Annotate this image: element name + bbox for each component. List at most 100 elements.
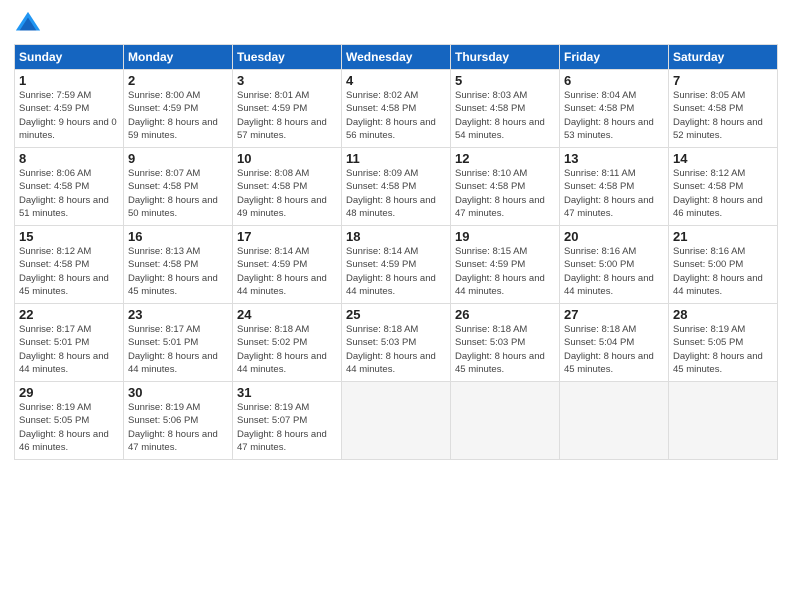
calendar-header-row: SundayMondayTuesdayWednesdayThursdayFrid… <box>15 45 778 70</box>
page-container: SundayMondayTuesdayWednesdayThursdayFrid… <box>0 0 792 612</box>
day-info: Sunrise: 8:09 AMSunset: 4:58 PMDaylight:… <box>346 168 436 219</box>
calendar-cell: 7 Sunrise: 8:05 AMSunset: 4:58 PMDaylight… <box>669 70 778 148</box>
day-number: 13 <box>564 151 664 166</box>
calendar-cell: 3 Sunrise: 8:01 AMSunset: 4:59 PMDaylight… <box>233 70 342 148</box>
day-number: 9 <box>128 151 228 166</box>
day-info: Sunrise: 8:02 AMSunset: 4:58 PMDaylight:… <box>346 90 436 141</box>
day-info: Sunrise: 8:18 AMSunset: 5:03 PMDaylight:… <box>455 324 545 375</box>
day-info: Sunrise: 8:15 AMSunset: 4:59 PMDaylight:… <box>455 246 545 297</box>
calendar-cell: 13 Sunrise: 8:11 AMSunset: 4:58 PMDayligh… <box>560 148 669 226</box>
day-info: Sunrise: 8:17 AMSunset: 5:01 PMDaylight:… <box>128 324 218 375</box>
day-number: 18 <box>346 229 446 244</box>
day-number: 16 <box>128 229 228 244</box>
day-number: 2 <box>128 73 228 88</box>
day-number: 8 <box>19 151 119 166</box>
day-info: Sunrise: 8:17 AMSunset: 5:01 PMDaylight:… <box>19 324 109 375</box>
header <box>14 10 778 38</box>
day-header-tuesday: Tuesday <box>233 45 342 70</box>
day-number: 20 <box>564 229 664 244</box>
day-number: 15 <box>19 229 119 244</box>
day-number: 11 <box>346 151 446 166</box>
calendar-cell: 18 Sunrise: 8:14 AMSunset: 4:59 PMDayligh… <box>342 226 451 304</box>
logo-icon <box>14 10 42 38</box>
day-number: 3 <box>237 73 337 88</box>
calendar-cell: 30Sunrise: 8:19 AMSunset: 5:06 PMDayligh… <box>124 382 233 460</box>
day-number: 6 <box>564 73 664 88</box>
day-info: Sunrise: 8:07 AMSunset: 4:58 PMDaylight:… <box>128 168 218 219</box>
day-info: Sunrise: 8:08 AMSunset: 4:58 PMDaylight:… <box>237 168 327 219</box>
calendar-cell: 5 Sunrise: 8:03 AMSunset: 4:58 PMDaylight… <box>451 70 560 148</box>
day-info: Sunrise: 8:01 AMSunset: 4:59 PMDaylight:… <box>237 90 327 141</box>
day-number: 25 <box>346 307 446 322</box>
calendar-cell: 10 Sunrise: 8:08 AMSunset: 4:58 PMDayligh… <box>233 148 342 226</box>
day-info: Sunrise: 8:10 AMSunset: 4:58 PMDaylight:… <box>455 168 545 219</box>
calendar-cell: 14Sunrise: 8:12 AMSunset: 4:58 PMDayligh… <box>669 148 778 226</box>
calendar-cell: 12 Sunrise: 8:10 AMSunset: 4:58 PMDayligh… <box>451 148 560 226</box>
day-info: Sunrise: 8:18 AMSunset: 5:03 PMDaylight:… <box>346 324 436 375</box>
calendar-cell: 17Sunrise: 8:14 AMSunset: 4:59 PMDayligh… <box>233 226 342 304</box>
day-info: Sunrise: 8:11 AMSunset: 4:58 PMDaylight:… <box>564 168 654 219</box>
day-number: 29 <box>19 385 119 400</box>
day-info: Sunrise: 8:16 AMSunset: 5:00 PMDaylight:… <box>673 246 763 297</box>
day-number: 1 <box>19 73 119 88</box>
calendar-cell: 25 Sunrise: 8:18 AMSunset: 5:03 PMDayligh… <box>342 304 451 382</box>
day-info: Sunrise: 8:19 AMSunset: 5:07 PMDaylight:… <box>237 402 327 453</box>
day-info: Sunrise: 8:06 AMSunset: 4:58 PMDaylight:… <box>19 168 109 219</box>
day-header-monday: Monday <box>124 45 233 70</box>
day-info: Sunrise: 8:16 AMSunset: 5:00 PMDaylight:… <box>564 246 654 297</box>
calendar-cell: 21 Sunrise: 8:16 AMSunset: 5:00 PMDayligh… <box>669 226 778 304</box>
day-number: 26 <box>455 307 555 322</box>
calendar-cell: 2 Sunrise: 8:00 AMSunset: 4:59 PMDaylight… <box>124 70 233 148</box>
day-info: Sunrise: 8:12 AMSunset: 4:58 PMDaylight:… <box>19 246 109 297</box>
day-info: Sunrise: 8:03 AMSunset: 4:58 PMDaylight:… <box>455 90 545 141</box>
calendar-cell: 20 Sunrise: 8:16 AMSunset: 5:00 PMDayligh… <box>560 226 669 304</box>
calendar-cell: 8 Sunrise: 8:06 AMSunset: 4:58 PMDaylight… <box>15 148 124 226</box>
day-number: 7 <box>673 73 773 88</box>
day-info: Sunrise: 8:19 AMSunset: 5:05 PMDaylight:… <box>19 402 109 453</box>
day-header-saturday: Saturday <box>669 45 778 70</box>
day-number: 24 <box>237 307 337 322</box>
calendar-cell: 26 Sunrise: 8:18 AMSunset: 5:03 PMDayligh… <box>451 304 560 382</box>
day-header-friday: Friday <box>560 45 669 70</box>
day-header-sunday: Sunday <box>15 45 124 70</box>
calendar-cell: 9 Sunrise: 8:07 AMSunset: 4:58 PMDaylight… <box>124 148 233 226</box>
calendar-cell: 11 Sunrise: 8:09 AMSunset: 4:58 PMDayligh… <box>342 148 451 226</box>
calendar-week-4: 22 Sunrise: 8:17 AMSunset: 5:01 PMDayligh… <box>15 304 778 382</box>
logo <box>14 10 46 38</box>
day-number: 10 <box>237 151 337 166</box>
day-info: Sunrise: 8:14 AMSunset: 4:59 PMDaylight:… <box>346 246 436 297</box>
day-number: 21 <box>673 229 773 244</box>
calendar-week-3: 15 Sunrise: 8:12 AMSunset: 4:58 PMDayligh… <box>15 226 778 304</box>
day-number: 27 <box>564 307 664 322</box>
day-number: 31 <box>237 385 337 400</box>
day-number: 5 <box>455 73 555 88</box>
calendar-cell: 28 Sunrise: 8:19 AMSunset: 5:05 PMDayligh… <box>669 304 778 382</box>
calendar-cell: 29 Sunrise: 8:19 AMSunset: 5:05 PMDayligh… <box>15 382 124 460</box>
day-number: 28 <box>673 307 773 322</box>
calendar-cell: 22 Sunrise: 8:17 AMSunset: 5:01 PMDayligh… <box>15 304 124 382</box>
calendar-cell <box>451 382 560 460</box>
calendar-cell: 4 Sunrise: 8:02 AMSunset: 4:58 PMDaylight… <box>342 70 451 148</box>
day-number: 4 <box>346 73 446 88</box>
day-info: Sunrise: 8:13 AMSunset: 4:58 PMDaylight:… <box>128 246 218 297</box>
day-info: Sunrise: 8:19 AMSunset: 5:05 PMDaylight:… <box>673 324 763 375</box>
calendar-week-1: 1 Sunrise: 7:59 AMSunset: 4:59 PMDaylight… <box>15 70 778 148</box>
day-number: 19 <box>455 229 555 244</box>
day-info: Sunrise: 8:00 AMSunset: 4:59 PMDaylight:… <box>128 90 218 141</box>
calendar-cell <box>669 382 778 460</box>
day-number: 22 <box>19 307 119 322</box>
calendar-cell: 15 Sunrise: 8:12 AMSunset: 4:58 PMDayligh… <box>15 226 124 304</box>
day-header-thursday: Thursday <box>451 45 560 70</box>
day-info: Sunrise: 8:05 AMSunset: 4:58 PMDaylight:… <box>673 90 763 141</box>
calendar-week-2: 8 Sunrise: 8:06 AMSunset: 4:58 PMDaylight… <box>15 148 778 226</box>
calendar-week-5: 29 Sunrise: 8:19 AMSunset: 5:05 PMDayligh… <box>15 382 778 460</box>
calendar-cell: 31 Sunrise: 8:19 AMSunset: 5:07 PMDayligh… <box>233 382 342 460</box>
day-info: Sunrise: 8:14 AMSunset: 4:59 PMDaylight:… <box>237 246 327 297</box>
day-number: 12 <box>455 151 555 166</box>
calendar-cell: 16 Sunrise: 8:13 AMSunset: 4:58 PMDayligh… <box>124 226 233 304</box>
day-header-wednesday: Wednesday <box>342 45 451 70</box>
calendar-cell: 23Sunrise: 8:17 AMSunset: 5:01 PMDayligh… <box>124 304 233 382</box>
day-info: Sunrise: 8:18 AMSunset: 5:02 PMDaylight:… <box>237 324 327 375</box>
day-info: Sunrise: 8:04 AMSunset: 4:58 PMDaylight:… <box>564 90 654 141</box>
day-info: Sunrise: 7:59 AMSunset: 4:59 PMDaylight:… <box>19 90 117 141</box>
